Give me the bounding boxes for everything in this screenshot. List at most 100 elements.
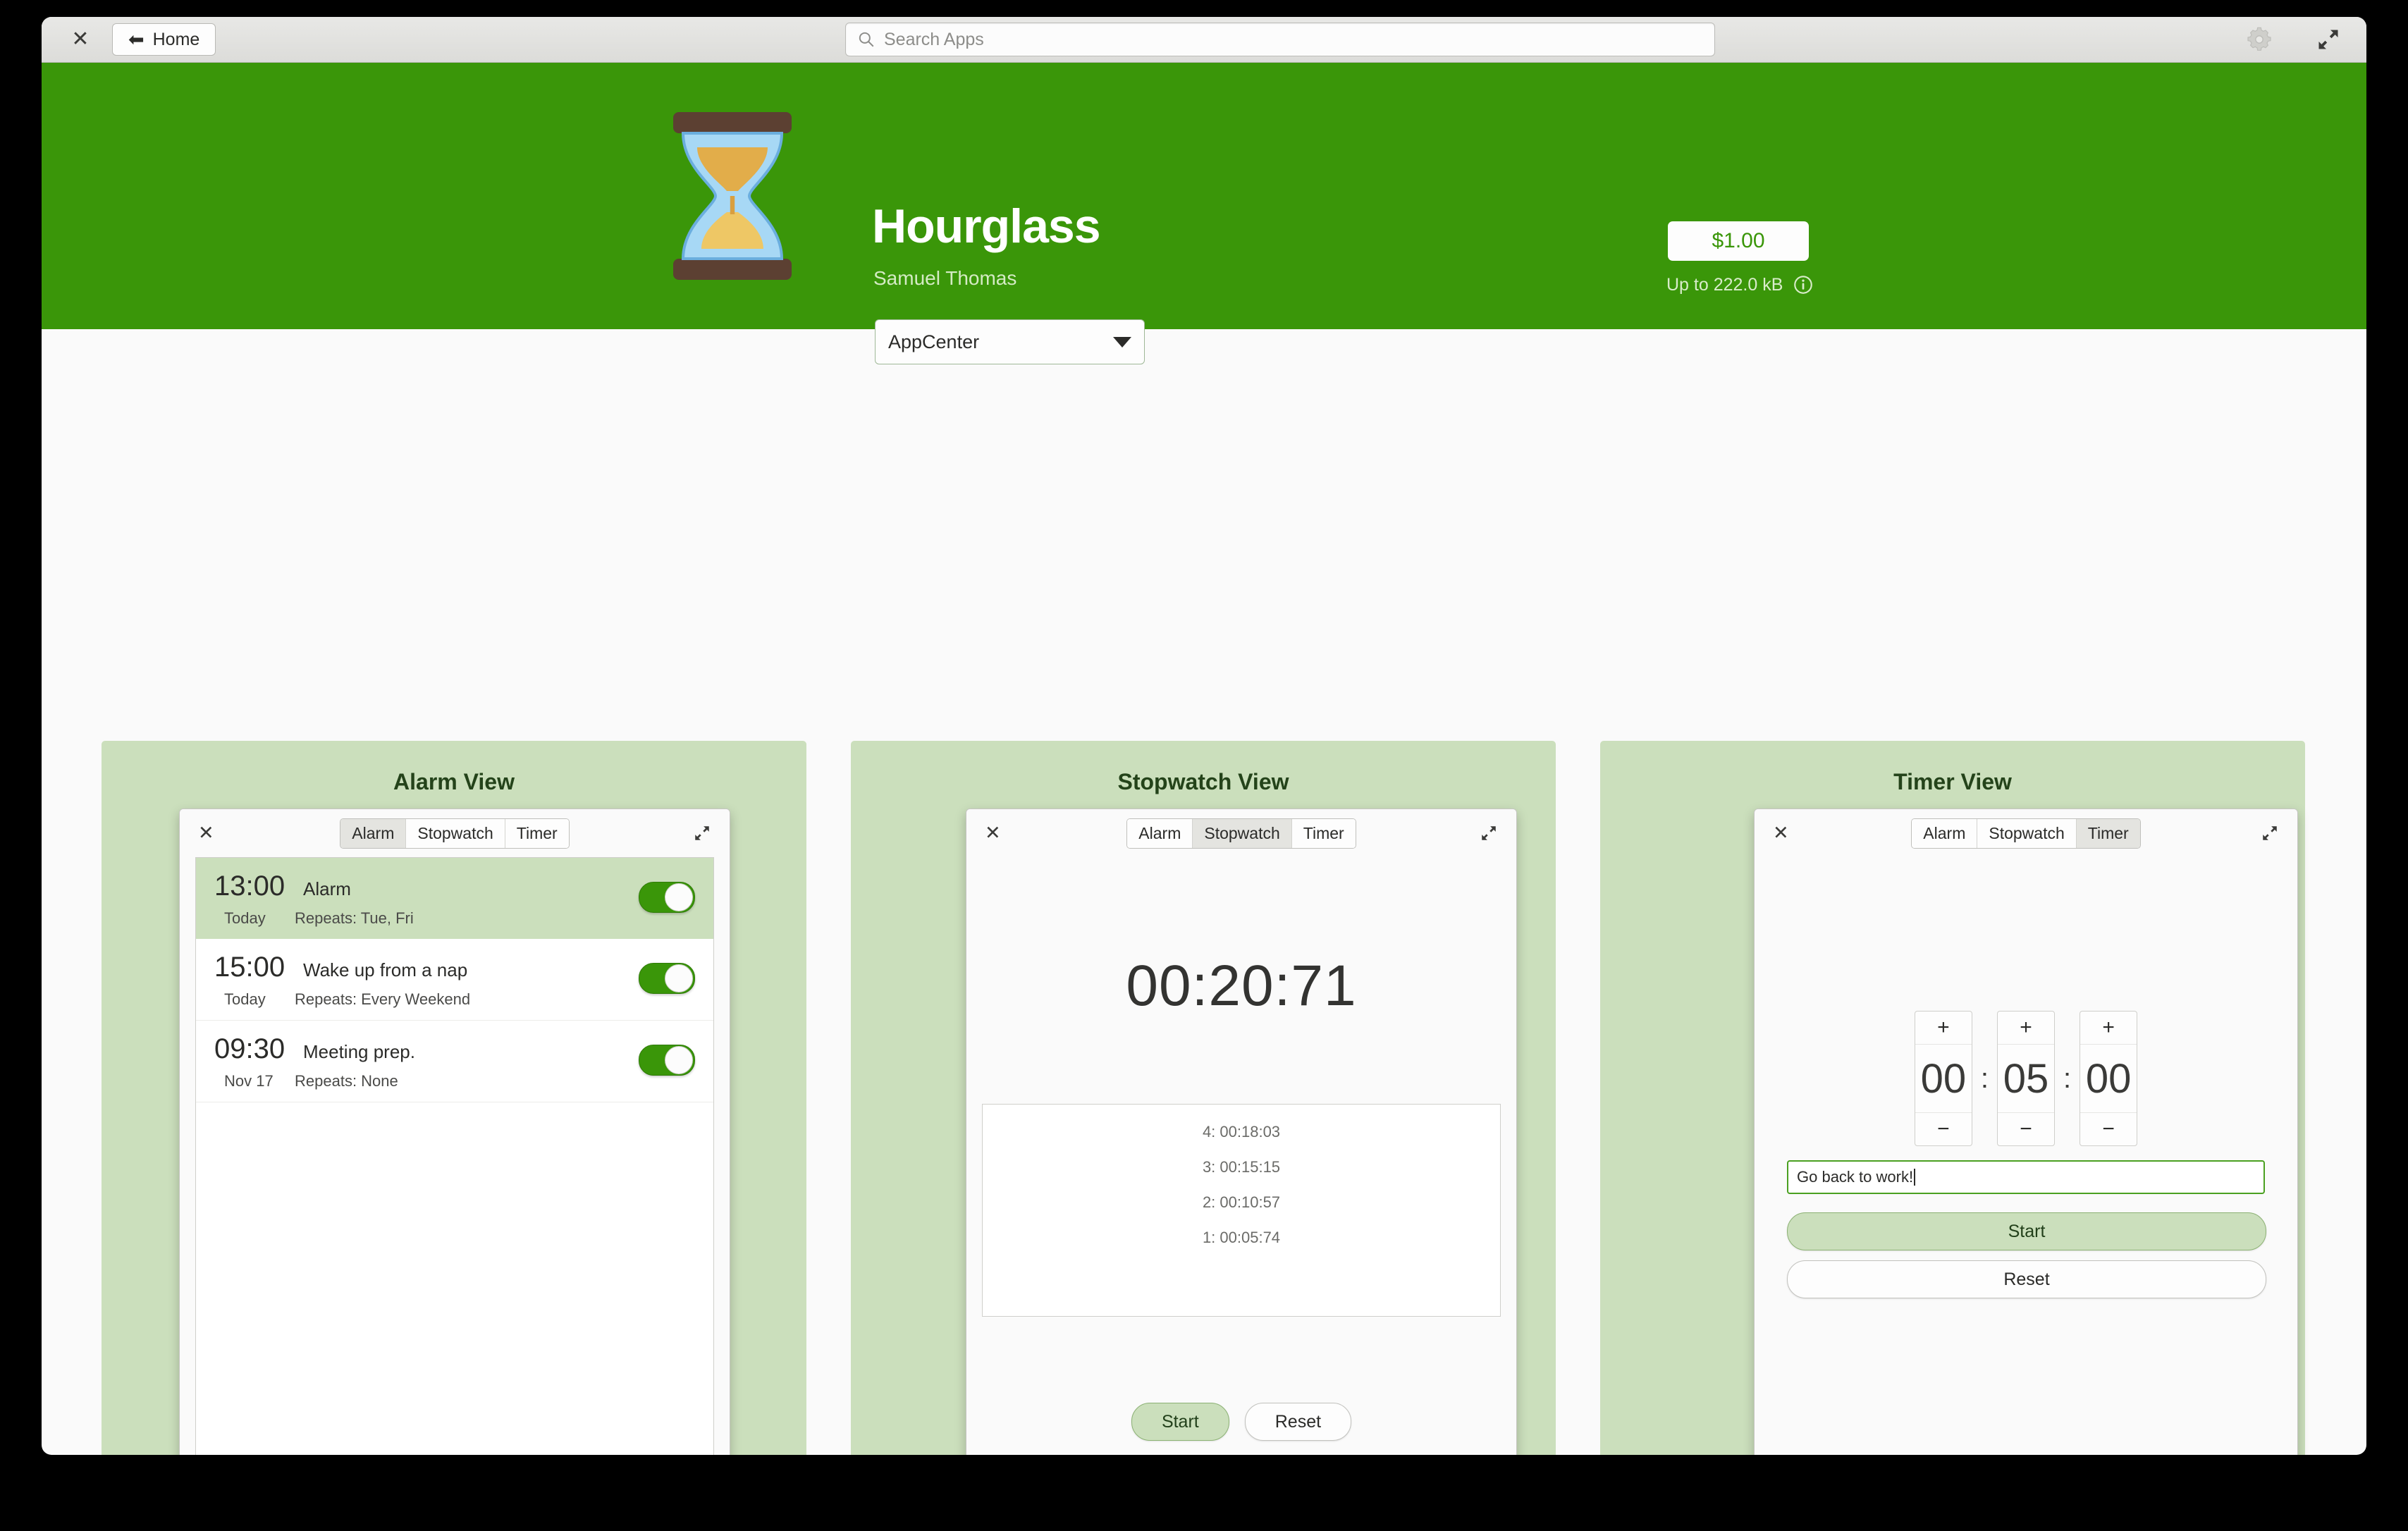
alarm-day: Nov 17	[224, 1072, 274, 1090]
app-banner: Hourglass Samuel Thomas AppCenter $1.00 …	[42, 63, 2366, 364]
search-placeholder: Search Apps	[884, 29, 984, 49]
tab-stopwatch[interactable]: Stopwatch	[1193, 818, 1292, 848]
alarm-list: 13:00 Alarm Today Repeats: Tue, Fri 15:0…	[195, 857, 714, 1455]
timer-spinners: + 00 − : + 05 − : + 00 −	[1755, 1011, 2297, 1146]
toggle-knob	[665, 964, 693, 992]
hours-stepper[interactable]: + 00 −	[1914, 1011, 1972, 1146]
gear-icon[interactable]	[2245, 25, 2273, 54]
alarm-list-item[interactable]: 13:00 Alarm Today Repeats: Tue, Fri	[196, 858, 713, 939]
separator: :	[2063, 1062, 2072, 1094]
reset-button[interactable]: Reset	[1787, 1260, 2266, 1298]
lap-item: 2: 00:10:57	[1202, 1193, 1281, 1211]
alarm-day: Today	[224, 909, 266, 927]
minutes-value: 05	[2003, 1055, 2049, 1102]
alarm-label: Alarm	[303, 878, 351, 899]
minutes-increment-icon[interactable]: +	[1998, 1012, 2054, 1045]
stopwatch-actions: Start Reset	[966, 1403, 1516, 1441]
seconds-decrement-icon[interactable]: −	[2080, 1112, 2137, 1145]
download-size: Up to 222.0 kB	[1666, 274, 1814, 295]
timer-note-input[interactable]: Go back to work!	[1787, 1160, 2265, 1194]
screenshot-card-stopwatch[interactable]: Stopwatch View ✕ Alarm Stopwatch Timer 0…	[851, 741, 1556, 1455]
lap-item: 1: 00:05:74	[1202, 1229, 1281, 1246]
timer-note-value: Go back to work!	[1797, 1168, 1914, 1186]
window-headerbar: ✕ Alarm Stopwatch Timer	[1755, 809, 2297, 857]
alarm-label: Wake up from a nap	[303, 959, 468, 980]
view-tabs: Alarm Stopwatch Timer	[340, 818, 570, 849]
screenshot-carousel: Alarm View ✕ Alarm Stopwatch Timer 13:00…	[42, 329, 2366, 1455]
download-size-label: Up to 222.0 kB	[1666, 274, 1783, 295]
alarm-day: Today	[224, 990, 266, 1008]
alarm-repeats: Repeats: None	[295, 1072, 398, 1090]
page-title: Hourglass	[872, 199, 1101, 253]
home-back-button[interactable]: ⬅ Home	[112, 23, 216, 56]
headerbar-actions	[2245, 25, 2341, 54]
window-headerbar: ✕ Alarm Stopwatch Timer	[966, 809, 1516, 857]
card-title: Timer View	[1893, 769, 2012, 794]
maximize-icon[interactable]	[2316, 27, 2341, 52]
hours-increment-icon[interactable]: +	[1915, 1012, 1972, 1045]
separator: :	[1980, 1062, 1989, 1094]
close-icon[interactable]: ✕	[1773, 823, 1789, 843]
view-tabs: Alarm Stopwatch Timer	[1126, 818, 1356, 849]
close-icon[interactable]: ✕	[198, 823, 214, 843]
alarm-list-item[interactable]: 15:00 Wake up from a nap Today Repeats: …	[196, 939, 713, 1021]
stopwatch-display: 00:20:71	[1126, 954, 1357, 1018]
home-button-label: Home	[152, 29, 200, 49]
lap-item: 3: 00:15:15	[1202, 1158, 1281, 1176]
alarm-time: 15:00	[214, 952, 285, 983]
card-title: Alarm View	[393, 769, 515, 794]
tab-stopwatch[interactable]: Stopwatch	[1977, 818, 2077, 848]
alarm-toggle[interactable]	[639, 1045, 695, 1076]
alarm-repeats: Repeats: Every Weekend	[295, 990, 471, 1008]
stopwatch-window: ✕ Alarm Stopwatch Timer 00:20:71 4: 00:1…	[966, 808, 1517, 1455]
tab-alarm[interactable]: Alarm	[1127, 818, 1193, 848]
headerbar: ✕ ⬅ Home Search Apps	[42, 17, 2366, 63]
start-button[interactable]: Start	[1787, 1212, 2266, 1250]
tab-timer[interactable]: Timer	[2076, 818, 2140, 848]
tab-timer[interactable]: Timer	[505, 818, 569, 848]
search-icon	[859, 32, 874, 47]
reset-button[interactable]: Reset	[1244, 1403, 1352, 1441]
toggle-knob	[665, 1046, 693, 1074]
seconds-value: 00	[2085, 1055, 2132, 1102]
text-cursor	[1914, 1169, 1916, 1186]
close-icon[interactable]: ✕	[985, 823, 1001, 843]
screenshot-card-alarm[interactable]: Alarm View ✕ Alarm Stopwatch Timer 13:00…	[102, 741, 806, 1455]
lap-item: 4: 00:18:03	[1202, 1123, 1281, 1140]
back-arrow-icon: ⬅	[128, 28, 145, 50]
info-icon[interactable]	[1793, 274, 1814, 295]
minutes-decrement-icon[interactable]: −	[1998, 1112, 2054, 1145]
alarm-list-item[interactable]: 09:30 Meeting prep. Nov 17 Repeats: None	[196, 1021, 713, 1102]
maximize-icon[interactable]	[693, 824, 711, 842]
hours-decrement-icon[interactable]: −	[1915, 1112, 1972, 1145]
maximize-icon[interactable]	[1480, 824, 1498, 842]
view-tabs: Alarm Stopwatch Timer	[1911, 818, 2141, 849]
seconds-increment-icon[interactable]: +	[2080, 1012, 2137, 1045]
app-author: Samuel Thomas	[873, 267, 1017, 289]
seconds-stepper[interactable]: + 00 −	[2080, 1011, 2138, 1146]
tab-alarm[interactable]: Alarm	[1912, 818, 1978, 848]
lap-list: 4: 00:18:03 3: 00:15:15 2: 00:10:57 1: 0…	[982, 1104, 1501, 1317]
search-input[interactable]: Search Apps	[845, 23, 1715, 56]
tab-timer[interactable]: Timer	[1291, 818, 1356, 848]
tab-stopwatch[interactable]: Stopwatch	[406, 818, 505, 848]
app-window: ✕ ⬅ Home Search Apps Hourglass Samuel Th…	[42, 17, 2366, 1455]
tab-alarm[interactable]: Alarm	[340, 818, 407, 848]
screenshot-card-timer[interactable]: Timer View ✕ Alarm Stopwatch Timer + 00 …	[1600, 741, 2305, 1455]
card-title: Stopwatch View	[1117, 769, 1289, 794]
alarm-label: Meeting prep.	[303, 1041, 415, 1062]
close-icon[interactable]: ✕	[68, 27, 92, 51]
minutes-stepper[interactable]: + 05 −	[1997, 1011, 2055, 1146]
price-button[interactable]: $1.00	[1668, 221, 1809, 261]
alarm-time: 09:30	[214, 1033, 285, 1064]
alarm-time: 13:00	[214, 871, 285, 902]
alarm-repeats: Repeats: Tue, Fri	[295, 909, 414, 927]
start-button[interactable]: Start	[1131, 1403, 1229, 1441]
timer-actions: Start Reset	[1787, 1212, 2266, 1298]
toggle-knob	[665, 883, 693, 911]
alarm-toggle[interactable]	[639, 963, 695, 994]
maximize-icon[interactable]	[2261, 824, 2279, 842]
hourglass-icon	[673, 112, 792, 280]
alarm-toggle[interactable]	[639, 882, 695, 913]
timer-window: ✕ Alarm Stopwatch Timer + 00 −: + 05 − …	[1754, 808, 2298, 1455]
